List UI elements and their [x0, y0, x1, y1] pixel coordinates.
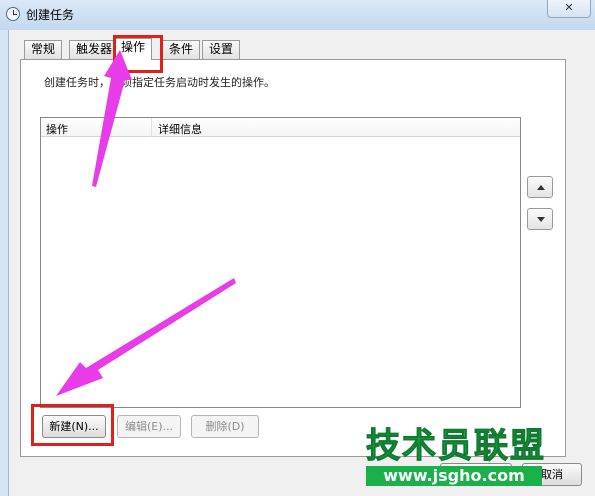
column-header-details[interactable]: 详细信息: [158, 121, 202, 137]
watermark-title: 技术员联盟: [366, 426, 546, 466]
triangle-down-icon: [537, 217, 545, 222]
edit-action-button[interactable]: 编辑(E)...: [117, 415, 181, 438]
new-action-button[interactable]: 新建(N)...: [42, 415, 106, 438]
tab-actions[interactable]: 操作: [114, 38, 153, 60]
tab-triggers[interactable]: 触发器: [69, 40, 120, 59]
delete-action-button[interactable]: 删除(D): [191, 415, 259, 438]
tab-conditions[interactable]: 条件: [162, 40, 201, 59]
title-bar: 创建任务 ✕: [0, 0, 595, 30]
move-down-button[interactable]: [527, 208, 553, 230]
move-up-button[interactable]: [527, 176, 553, 198]
list-header: 操作 详细信息: [41, 118, 520, 137]
actions-description: 创建任务时，必须指定任务启动时发生的操作。: [44, 76, 275, 89]
tab-general[interactable]: 常规: [24, 40, 63, 59]
triangle-up-icon: [537, 185, 545, 190]
column-header-action[interactable]: 操作: [46, 121, 68, 137]
column-separator[interactable]: [151, 118, 152, 137]
window-title: 创建任务: [26, 8, 75, 22]
close-button[interactable]: ✕: [547, 0, 591, 18]
actions-list[interactable]: 操作 详细信息: [40, 117, 521, 408]
clock-icon: [6, 7, 20, 21]
tab-settings[interactable]: 设置: [202, 40, 241, 59]
watermark-logo: 技术员联盟 www.jsgho.com: [366, 428, 546, 486]
watermark-url: www.jsgho.com: [366, 466, 542, 486]
